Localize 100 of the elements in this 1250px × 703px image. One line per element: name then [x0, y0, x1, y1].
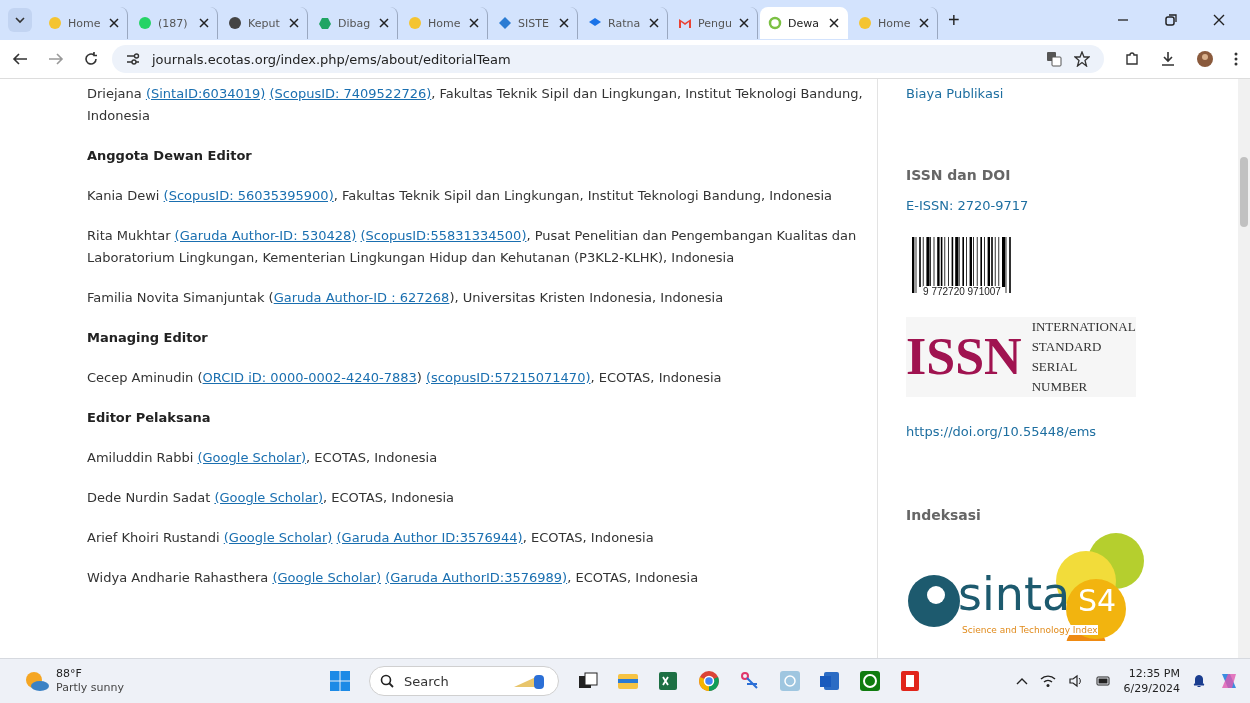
editor-entry: Arief Khoiri Rustandi (Google Scholar) (Garuda Author ID:3576944), ECOTAS, Indonesia	[87, 529, 655, 547]
browser-tab[interactable]: Pengu	[670, 7, 758, 39]
close-icon[interactable]	[1212, 13, 1226, 27]
close-icon[interactable]	[109, 18, 119, 28]
close-icon[interactable]	[559, 18, 569, 28]
browser-tab[interactable]: Keput	[220, 7, 308, 39]
tab-title: Ratna	[608, 16, 642, 30]
clock-date[interactable]: 6/29/2024	[1123, 681, 1180, 696]
profile-link[interactable]: ORCID iD: 0000-0002-4240-7883	[202, 370, 417, 385]
site-icon	[228, 16, 242, 30]
new-tab-button[interactable]: +	[940, 8, 968, 32]
start-icon[interactable]	[329, 670, 351, 692]
speaker-icon[interactable]	[1067, 674, 1084, 688]
doi-link[interactable]: https://doi.org/10.55448/ems	[906, 423, 1097, 441]
menu-icon[interactable]	[1234, 52, 1238, 66]
tab-list-button[interactable]	[8, 8, 32, 32]
sidebar-heading: ISSN dan DOI	[906, 167, 1011, 183]
logo-text: SERIAL	[1031, 358, 1079, 376]
profile-link[interactable]: (Google Scholar)	[223, 530, 333, 545]
bell-icon[interactable]	[1192, 673, 1206, 689]
site-settings-icon[interactable]	[126, 53, 140, 65]
avatar-icon[interactable]	[1196, 50, 1214, 68]
game-icon[interactable]	[859, 670, 881, 692]
browser-tab[interactable]: Home	[850, 7, 938, 39]
close-icon[interactable]	[199, 18, 209, 28]
star-icon[interactable]	[1074, 51, 1090, 67]
section-heading: Managing Editor	[87, 329, 209, 347]
search-field[interactable]: Search	[369, 666, 559, 696]
close-icon[interactable]	[739, 18, 749, 28]
profile-link[interactable]: (ScopusID: 7409522726)	[269, 86, 432, 101]
tab-title: (187)	[158, 16, 189, 30]
clock-time[interactable]: 12:35 PM	[1128, 666, 1180, 681]
browser-tab[interactable]: Home	[40, 7, 128, 39]
close-icon[interactable]	[829, 18, 839, 28]
editor-entry: Driejana (SintaID:6034019) (ScopusID: 7409522726), Fakultas Teknik Sipil dan Lingkungan, Institut Teknologi Bandung, Indonesia	[87, 85, 864, 125]
battery-icon[interactable]	[1095, 676, 1112, 686]
browser-icon[interactable]	[697, 669, 721, 693]
address-field[interactable]: journals.ecotas.org/index.php/ems/about/editorialTeam	[112, 45, 1104, 73]
spreadsheet-icon[interactable]	[657, 670, 679, 692]
tab-title: Home	[878, 16, 912, 30]
browser-tab[interactable]: SISTE	[490, 7, 578, 39]
forward-icon[interactable]	[48, 52, 64, 66]
weather-icon[interactable]	[24, 670, 50, 692]
logo-tagline: Science and Technology Index	[962, 625, 1098, 635]
profile-link[interactable]: (Google Scholar)	[197, 450, 307, 465]
section-heading: Anggota Dewan Editor	[87, 147, 253, 165]
editor-entry: Kania Dewi (ScopusID: 56035395900), Fakultas Teknik Sipil dan Lingkungan, Institut Teknologi Bandung, Indonesia	[87, 187, 834, 205]
editor-entry: Amiluddin Rabbi (Google Scholar), ECOTAS, Indonesia	[87, 449, 439, 467]
editor-entry: Widya Andharie Rahasthera (Google Scholar) (Garuda AuthorID:3576989), ECOTAS, Indonesia	[87, 569, 700, 587]
browser-tab[interactable]: Home	[400, 7, 488, 39]
tab-title: Home	[68, 16, 102, 30]
close-icon[interactable]	[379, 18, 389, 28]
reload-icon[interactable]	[84, 52, 98, 66]
tab-title: Keput	[248, 16, 281, 30]
tab-title: SISTE	[518, 16, 550, 30]
scrollbar-thumb[interactable]	[1240, 157, 1248, 227]
document-icon[interactable]	[819, 670, 841, 692]
editor-entry: Dede Nurdin Sadat (Google Scholar), ECOTAS, Indonesia	[87, 489, 455, 507]
site-icon	[48, 16, 62, 30]
close-icon[interactable]	[469, 18, 479, 28]
pdf-icon[interactable]	[899, 670, 921, 692]
rank-label: S4	[1078, 583, 1117, 618]
fee-link[interactable]: Biaya Publikasi	[906, 85, 1004, 103]
chevron-up-icon[interactable]	[1015, 677, 1028, 685]
site-icon	[318, 16, 332, 30]
extensions-icon[interactable]	[1124, 51, 1140, 67]
profile-link[interactable]: (ScopusID:55831334500)	[360, 228, 527, 243]
close-icon[interactable]	[919, 18, 929, 28]
browser-tab[interactable]: Dewa	[760, 7, 848, 39]
weather-text: Partly sunny	[56, 681, 124, 695]
translate-icon[interactable]	[1046, 51, 1062, 67]
profile-link[interactable]: Garuda Author-ID : 627268	[273, 290, 450, 305]
eissn-link[interactable]: E-ISSN: 2720-9717	[906, 197, 1029, 215]
browser-tab[interactable]: (187)	[130, 7, 218, 39]
site-icon	[138, 16, 152, 30]
restore-icon[interactable]	[1164, 13, 1178, 27]
profile-link[interactable]: (ScopusID: 56035395900)	[163, 188, 334, 203]
site-icon	[498, 16, 512, 30]
profile-link[interactable]: (SintaID:6034019)	[145, 86, 266, 101]
close-icon[interactable]	[289, 18, 299, 28]
profile-link[interactable]: (Garuda Author ID:3576944)	[336, 530, 523, 545]
wifi-icon[interactable]	[1039, 674, 1056, 688]
barcode-number: 9 772720 971007	[923, 286, 1001, 297]
tab-title: Pengu	[698, 16, 733, 30]
section-heading: Editor Pelaksana	[87, 409, 212, 427]
download-icon[interactable]	[1160, 51, 1176, 67]
site-icon	[768, 16, 782, 30]
editor-entry: Rita Mukhtar (Garuda Author-ID: 530428) (ScopusID:55831334500), Pusat Penelitian dan Pengembangan Kualitas dan Laboratorium Lingkungan, Kementerian Lingkungan Hidup dan Kehutanan (P3KL2-KLHK), Indonesia	[87, 227, 858, 267]
logo-text: INTERNATIONAL	[1031, 318, 1136, 336]
profile-link[interactable]: (Garuda AuthorID:3576989)	[385, 570, 568, 585]
profile-link[interactable]: (Garuda Author-ID: 530428)	[174, 228, 357, 243]
site-icon	[858, 16, 872, 30]
back-icon[interactable]	[12, 52, 28, 66]
browser-tab[interactable]: Ratna	[580, 7, 668, 39]
profile-link[interactable]: (Google Scholar)	[214, 490, 323, 505]
profile-link[interactable]: (scopusID:57215071470)	[426, 370, 591, 385]
close-icon[interactable]	[649, 18, 659, 28]
browser-tab[interactable]: Dibag	[310, 7, 398, 39]
tab-title: Dewa	[788, 16, 820, 30]
profile-link[interactable]: (Google Scholar)	[272, 570, 381, 585]
